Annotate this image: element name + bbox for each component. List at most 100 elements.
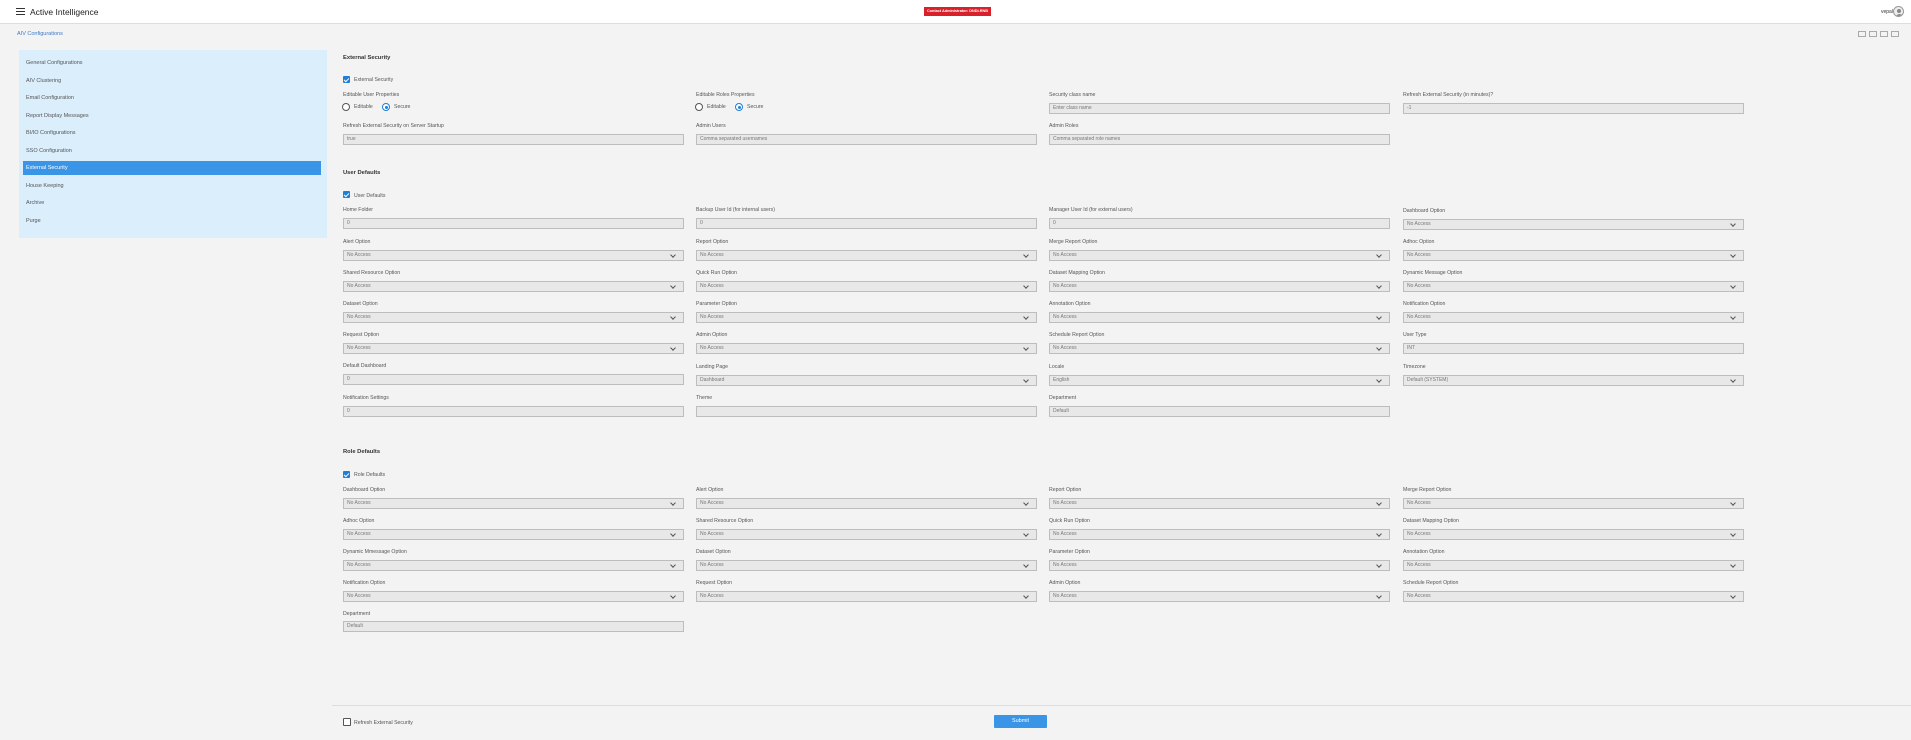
user-dynamic-message-option-select[interactable]: No Access bbox=[1403, 281, 1744, 292]
user-request-option-select[interactable]: No Access bbox=[343, 343, 684, 354]
toolbar-icons bbox=[1858, 31, 1899, 37]
role-admin-option-select[interactable]: No Access bbox=[1049, 591, 1390, 602]
roles-secure-radio[interactable] bbox=[735, 103, 743, 111]
sidebar-item-purge[interactable]: Purge bbox=[23, 214, 321, 228]
user-name[interactable]: vepal bbox=[1881, 9, 1893, 15]
user-admin-option-select[interactable]: No Access bbox=[696, 343, 1037, 354]
list-icon[interactable] bbox=[1858, 31, 1866, 37]
role-shared-resource-option-select[interactable]: No Access bbox=[696, 529, 1037, 540]
admin-roles-label: Admin Roles bbox=[1049, 123, 1079, 129]
refresh-minutes-label: Refresh External Security (in minutes)? bbox=[1403, 92, 1494, 98]
role-merge-report-option-select[interactable]: No Access bbox=[1403, 498, 1744, 509]
role-annotation-option-label: Annotation Option bbox=[1403, 549, 1445, 555]
role-shared-resource-option-label: Shared Resource Option bbox=[696, 518, 754, 524]
sidebar-item-sso[interactable]: SSO Configuration bbox=[23, 144, 321, 158]
backup-user-input[interactable]: 0 bbox=[696, 218, 1037, 229]
user-parameter-option-label: Parameter Option bbox=[696, 301, 737, 307]
user-quick-run-option-select[interactable]: No Access bbox=[696, 281, 1037, 292]
refresh-startup-input[interactable]: true bbox=[343, 134, 684, 145]
role-parameter-option-select[interactable]: No Access bbox=[1049, 560, 1390, 571]
role-dashboard-option-select[interactable]: No Access bbox=[343, 498, 684, 509]
sidebar-item-email[interactable]: Email Configuration bbox=[23, 91, 321, 105]
role-report-option-select[interactable]: No Access bbox=[1049, 498, 1390, 509]
role-annotation-option-select[interactable]: No Access bbox=[1403, 560, 1744, 571]
user-parameter-option-select[interactable]: No Access bbox=[696, 312, 1037, 323]
sidebar-item-report-messages[interactable]: Report Display Messages bbox=[23, 109, 321, 123]
refresh-external-security-checkbox[interactable] bbox=[343, 718, 351, 726]
role-alert-option-select[interactable]: No Access bbox=[696, 498, 1037, 509]
role-dataset-option-select[interactable]: No Access bbox=[696, 560, 1037, 571]
admin-users-input[interactable]: Comma separated usernames bbox=[696, 134, 1037, 145]
home-folder-input[interactable]: 0 bbox=[343, 218, 684, 229]
role-defaults-checkbox[interactable] bbox=[343, 471, 350, 478]
user-dashboard-option-select[interactable]: No Access bbox=[1403, 219, 1744, 230]
refresh-minutes-input[interactable]: -1 bbox=[1403, 103, 1744, 114]
user-type-label: User Type bbox=[1403, 332, 1427, 338]
user-editable-radio[interactable] bbox=[342, 103, 350, 111]
user-department-label: Department bbox=[1049, 395, 1077, 401]
user-notification-option-select[interactable]: No Access bbox=[1403, 312, 1744, 323]
role-dynamic-message-option-select[interactable]: No Access bbox=[343, 560, 684, 571]
sidebar-item-external-security[interactable]: External Security bbox=[23, 161, 321, 175]
manager-user-label: Manager User Id (for external users) bbox=[1049, 207, 1133, 213]
sidebar-item-archive[interactable]: Archive bbox=[23, 196, 321, 210]
manager-user-input[interactable]: 0 bbox=[1049, 218, 1390, 229]
user-adhoc-option-select[interactable]: No Access bbox=[1403, 250, 1744, 261]
user-secure-radio[interactable] bbox=[382, 103, 390, 111]
user-dataset-option-select[interactable]: No Access bbox=[343, 312, 684, 323]
default-dashboard-input[interactable]: 0 bbox=[343, 374, 684, 385]
role-schedule-report-option-select[interactable]: No Access bbox=[1403, 591, 1744, 602]
admin-roles-input[interactable]: Comma separated role names bbox=[1049, 134, 1390, 145]
role-notification-option-select[interactable]: No Access bbox=[343, 591, 684, 602]
role-quick-run-option-select[interactable]: No Access bbox=[1049, 529, 1390, 540]
breadcrumb[interactable]: AIV Configurations bbox=[17, 31, 63, 37]
role-dataset-mapping-option-select[interactable]: No Access bbox=[1403, 529, 1744, 540]
sidebar-item-house-keeping[interactable]: House Keeping bbox=[23, 179, 321, 193]
roles-editable-label: Editable bbox=[707, 104, 726, 110]
user-admin-option-label: Admin Option bbox=[696, 332, 728, 338]
user-notification-option-label: Notification Option bbox=[1403, 301, 1446, 307]
user-dataset-option-label: Dataset Option bbox=[343, 301, 378, 307]
role-adhoc-option-select[interactable]: No Access bbox=[343, 529, 684, 540]
print-icon[interactable] bbox=[1880, 31, 1888, 37]
role-defaults-checkbox-label: Role Defaults bbox=[354, 472, 386, 478]
user-defaults-checkbox[interactable] bbox=[343, 191, 350, 198]
user-dataset-mapping-option-select[interactable]: No Access bbox=[1049, 281, 1390, 292]
role-request-option-select[interactable]: No Access bbox=[696, 591, 1037, 602]
user-department-input[interactable]: Default bbox=[1049, 406, 1390, 417]
role-request-option-label: Request Option bbox=[696, 580, 733, 586]
sidebar-item-general[interactable]: General Configurations bbox=[23, 56, 321, 70]
notification-settings-input[interactable]: 0 bbox=[343, 406, 684, 417]
user-schedule-report-option-select[interactable]: No Access bbox=[1049, 343, 1390, 354]
app-title: Active Intelligence bbox=[30, 7, 99, 17]
user-type-input[interactable]: INT bbox=[1403, 343, 1744, 354]
roles-editable-radio[interactable] bbox=[695, 103, 703, 111]
backup-user-label: Backup User Id (for internal users) bbox=[696, 207, 775, 213]
submit-button[interactable]: Submit bbox=[994, 715, 1047, 728]
user-alert-option-select[interactable]: No Access bbox=[343, 250, 684, 261]
user-dashboard-option-label: Dashboard Option bbox=[1403, 208, 1446, 214]
menu-icon[interactable] bbox=[16, 8, 25, 15]
external-security-checkbox[interactable] bbox=[343, 76, 350, 83]
user-annotation-option-select[interactable]: No Access bbox=[1049, 312, 1390, 323]
locale-select[interactable]: English bbox=[1049, 375, 1390, 386]
user-report-option-select[interactable]: No Access bbox=[696, 250, 1037, 261]
role-admin-option-label: Admin Option bbox=[1049, 580, 1081, 586]
export-icon[interactable] bbox=[1891, 31, 1899, 37]
sidebar-item-bi-configurations[interactable]: BI/IO Configurations bbox=[23, 126, 321, 140]
timezone-label: Timezone bbox=[1403, 364, 1426, 370]
security-class-input[interactable]: Enter class name bbox=[1049, 103, 1390, 114]
timezone-select[interactable]: Default (SYSTEM) bbox=[1403, 375, 1744, 386]
landing-page-select[interactable]: Dashboard bbox=[696, 375, 1037, 386]
theme-input[interactable] bbox=[696, 406, 1037, 417]
user-request-option-label: Request Option bbox=[343, 332, 380, 338]
role-department-input[interactable]: Default bbox=[343, 621, 684, 632]
download-icon[interactable] bbox=[1869, 31, 1877, 37]
user-shared-resource-option-select[interactable]: No Access bbox=[343, 281, 684, 292]
role-adhoc-option-label: Adhoc Option bbox=[343, 518, 375, 524]
roles-secure-label: Secure bbox=[747, 104, 764, 110]
user-merge-report-option-select[interactable]: No Access bbox=[1049, 250, 1390, 261]
locale-label: Locale bbox=[1049, 364, 1065, 370]
sidebar-item-clustering[interactable]: AIV Clustering bbox=[23, 74, 321, 88]
avatar[interactable] bbox=[1893, 6, 1904, 17]
